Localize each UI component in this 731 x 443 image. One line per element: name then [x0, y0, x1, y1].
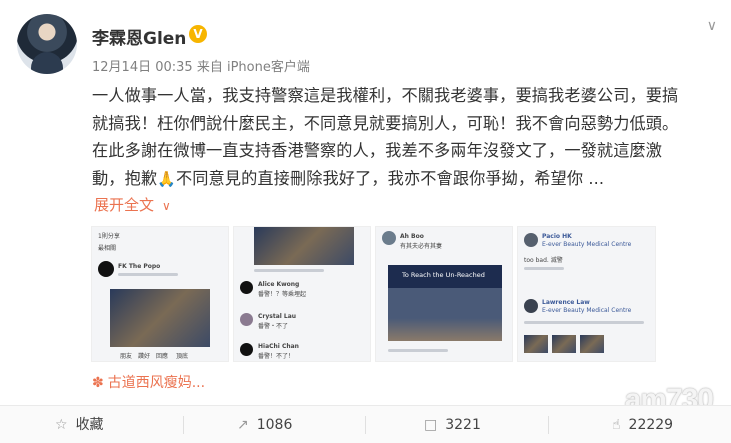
- avatar: [524, 233, 538, 247]
- comment-icon: □: [424, 417, 438, 433]
- location-label: 古道西风瘦妈...: [107, 375, 206, 391]
- favorite-label: 收藏: [75, 417, 104, 433]
- location-flower-icon: ✽: [92, 375, 104, 391]
- comment-count: 3221: [445, 417, 481, 433]
- post-image-2[interactable]: Alice Kwong 番警！？等乘埋起 Crystal Lau 番警・不了 H…: [233, 226, 371, 362]
- post-image-1[interactable]: 1則分享 最相關 FK The Popo 朋友 讚好 回應 頂底: [91, 226, 229, 362]
- banner-text: To Reach the Un-Reached: [402, 271, 485, 279]
- favorite-button[interactable]: ☆ 收藏: [55, 406, 104, 443]
- avatar: [98, 261, 114, 277]
- repost-button[interactable]: ↗ 1086: [237, 406, 292, 443]
- shared-photo: [254, 227, 354, 265]
- divider: [548, 416, 549, 434]
- fb-username: FK The Popo: [118, 263, 161, 270]
- location-tag[interactable]: ✽ 古道西风瘦妈...: [92, 372, 205, 392]
- star-icon: ☆: [55, 417, 68, 433]
- repost-count: 1086: [256, 417, 293, 433]
- post-text-part2: 不同意見的直接刪除我好了，我亦不會跟你爭拗，希望你 ...: [175, 168, 605, 188]
- chevron-down-icon[interactable]: ∨: [707, 18, 717, 34]
- page-name: E-ever Beauty Medical Centre: [542, 241, 632, 248]
- post-text: 一人做事一人當，我支持警察這是我權利，不關我老婆事，要搞我老婆公司，要搞就搞我！…: [92, 82, 684, 193]
- thumbs-up-icon: ☝: [612, 417, 621, 433]
- shared-photo: [552, 335, 576, 353]
- commenter-name: HiaChi Chan: [258, 343, 299, 350]
- like-count: 22229: [628, 417, 674, 433]
- divider: [365, 416, 366, 434]
- shared-photo: [580, 335, 604, 353]
- commenter-name: Lawrence Law: [542, 299, 590, 306]
- action-bar: ☆ 收藏 ↗ 1086 □ 3221 ☝ 22229: [0, 405, 731, 443]
- fb-action: 回應: [156, 353, 169, 360]
- expand-full-text-link[interactable]: 展开全文 ∨: [94, 194, 171, 215]
- post-source[interactable]: iPhone客户端: [227, 60, 310, 75]
- post-image-3[interactable]: Ah Boo 有其夫必有其妻 To Reach the Un-Reached: [375, 226, 513, 362]
- post-time[interactable]: 12月14日 00:35: [92, 60, 193, 75]
- commenter-name: Alice Kwong: [258, 281, 300, 288]
- text-line: [118, 273, 178, 276]
- fb-action: 朋友: [120, 353, 133, 360]
- commenter-name: Crystal Lau: [258, 313, 297, 320]
- commenter-name: Ah Boo: [400, 233, 424, 240]
- avatar: [240, 343, 253, 356]
- comment-text: 有其夫必有其妻: [400, 243, 443, 250]
- source-prefix: 来自: [196, 60, 223, 75]
- comment-text: 番警・不了: [258, 323, 289, 330]
- comment-text: too bad. 滅警: [524, 257, 563, 264]
- username[interactable]: 李霖恩Glen: [92, 24, 186, 49]
- text-line: [524, 321, 644, 324]
- verified-icon: V: [189, 25, 207, 43]
- fb-action: 讚好: [138, 353, 151, 360]
- shared-photo: [110, 289, 210, 347]
- image-grid: 1則分享 最相關 FK The Popo 朋友 讚好 回應 頂底 Alice K…: [91, 226, 656, 362]
- text-line: [524, 267, 564, 270]
- praying-hands-icon: 🙏: [157, 169, 176, 188]
- text-line: [388, 349, 448, 352]
- share-count: 1則分享: [98, 233, 120, 240]
- text-line: [254, 269, 324, 272]
- expand-label: 展开全文: [94, 196, 155, 214]
- comment-text: 番警！不了！: [258, 353, 295, 360]
- fb-action: 頂底: [176, 353, 189, 360]
- avatar: [240, 281, 253, 294]
- avatar: [240, 313, 253, 326]
- avatar[interactable]: [17, 14, 77, 74]
- post-meta: 12月14日 00:35 来自 iPhone客户端: [92, 56, 310, 75]
- avatar: [524, 299, 538, 313]
- like-button[interactable]: ☝ 22229: [612, 406, 673, 443]
- post-image-4[interactable]: Pacio HK E-ever Beauty Medical Centre to…: [517, 226, 656, 362]
- sort-label: 最相關: [98, 245, 117, 252]
- commenter-name: Pacio HK: [542, 233, 572, 240]
- shared-photo: [524, 335, 548, 353]
- comment-text: 番警！？等乘埋起: [258, 291, 307, 298]
- chevron-down-icon: ∨: [162, 199, 171, 213]
- comment-button[interactable]: □ 3221: [424, 406, 481, 443]
- repost-icon: ↗: [237, 417, 249, 433]
- weibo-post: 李霖恩Glen V 12月14日 00:35 来自 iPhone客户端 ∨ 一人…: [0, 0, 731, 443]
- divider: [183, 416, 184, 434]
- avatar: [382, 231, 396, 245]
- page-name: E-ever Beauty Medical Centre: [542, 307, 632, 314]
